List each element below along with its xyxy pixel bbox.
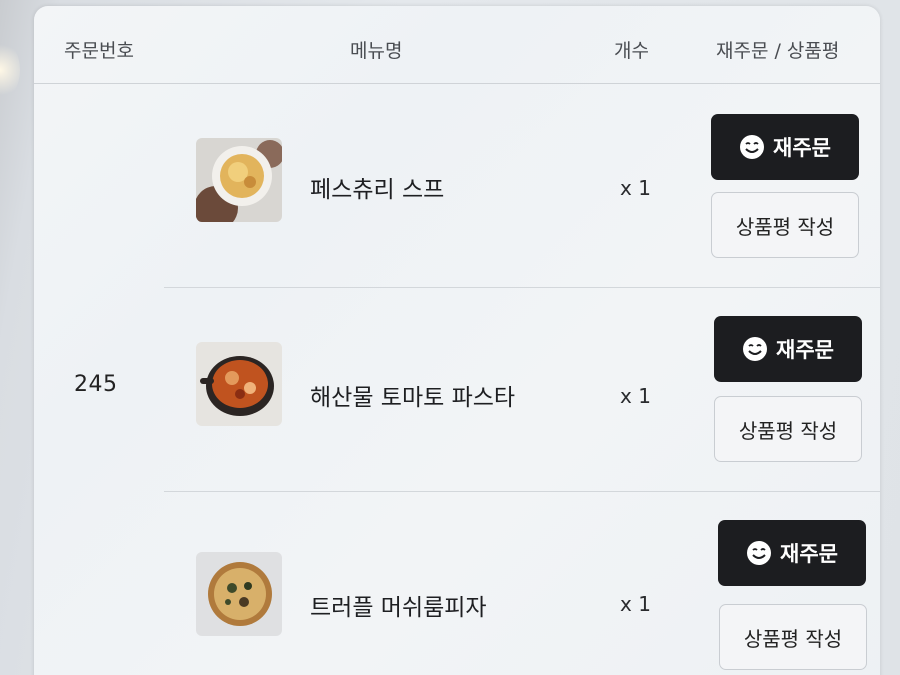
header-reorder-review: 재주문 / 상품평: [716, 40, 840, 62]
seafood-tomato-pasta-thumbnail: [196, 342, 282, 426]
reorder-button[interactable]: 재주문: [714, 316, 862, 382]
reorder-label: 재주문: [776, 338, 834, 362]
order-item-row: 페스츄리 스프 x 1 재주문 상품평 작성: [164, 84, 880, 288]
write-review-button[interactable]: 상품평 작성: [711, 192, 859, 258]
header-order-number: 주문번호: [64, 40, 134, 62]
menu-item-quantity: x 1: [620, 176, 651, 200]
menu-item-quantity: x 1: [620, 592, 651, 616]
header-menu-name: 메뉴명: [350, 40, 403, 62]
smile-icon: [747, 541, 772, 565]
smile-icon: [740, 135, 765, 159]
order-item-row: 해산물 토마토 파스타 x 1 재주문 상품평 작성: [164, 288, 880, 492]
order-item-row: 트러플 머쉬룸피자 x 1 재주문 상품평 작성: [164, 492, 880, 675]
menu-item-name: 페스츄리 스프: [310, 177, 445, 203]
header-quantity: 개수: [614, 40, 649, 62]
write-review-button[interactable]: 상품평 작성: [719, 604, 867, 670]
truffle-mushroom-pizza-thumbnail: [196, 552, 282, 636]
screen-glare: [0, 40, 20, 100]
order-history-panel: 주문번호 메뉴명 개수 재주문 / 상품평 245 페스츄리 스프 x 1 재주…: [34, 6, 880, 675]
menu-item-name: 트러플 머쉬룸피자: [310, 595, 487, 621]
write-review-button[interactable]: 상품평 작성: [714, 396, 862, 462]
menu-item-quantity: x 1: [620, 384, 651, 408]
pastry-soup-thumbnail: [196, 138, 282, 222]
reorder-button[interactable]: 재주문: [718, 520, 866, 586]
menu-item-name: 해산물 토마토 파스타: [310, 385, 516, 411]
smile-icon: [743, 337, 768, 361]
reorder-label: 재주문: [773, 136, 831, 160]
table-header: 주문번호 메뉴명 개수 재주문 / 상품평: [34, 6, 880, 84]
order-number: 245: [74, 372, 118, 397]
reorder-label: 재주문: [780, 542, 838, 566]
reorder-button[interactable]: 재주문: [711, 114, 859, 180]
